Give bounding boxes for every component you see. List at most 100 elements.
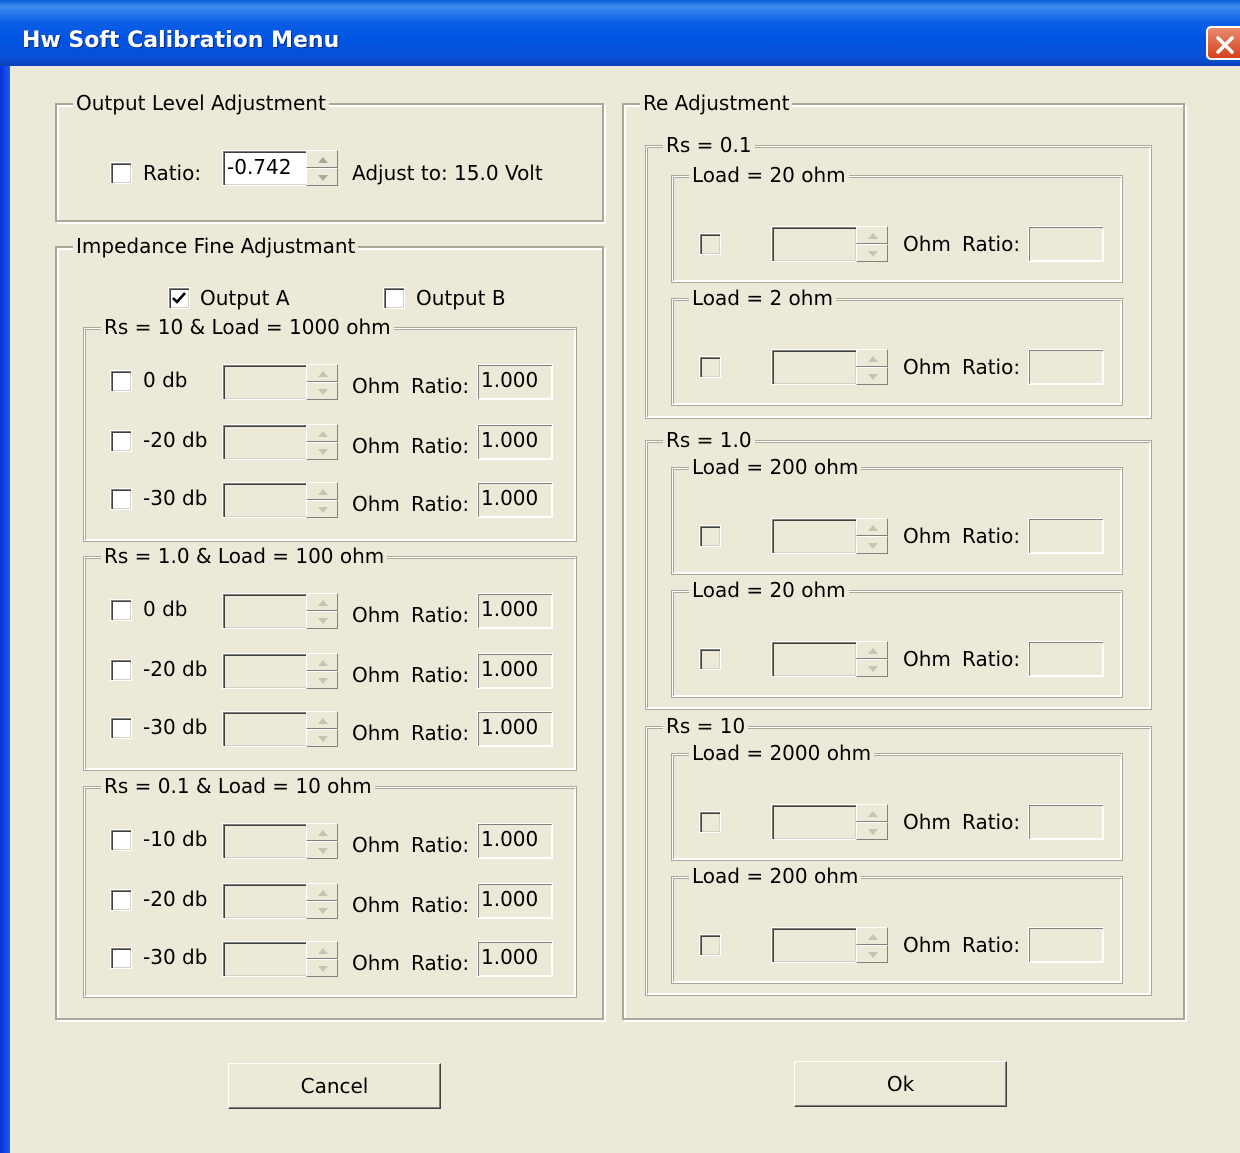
spin-down-button[interactable]	[856, 536, 888, 554]
ohm-input[interactable]	[222, 711, 308, 747]
ratio-value	[1028, 518, 1104, 554]
ohm-spinner[interactable]	[306, 364, 338, 400]
load-ohm-input[interactable]	[771, 641, 857, 677]
spin-up-button[interactable]	[306, 653, 338, 671]
ratio-value: 1.000	[477, 653, 553, 689]
spin-up-button[interactable]	[306, 482, 338, 500]
load-ohm-input[interactable]	[771, 927, 857, 963]
spin-up-button[interactable]	[306, 941, 338, 959]
load-ohm-input[interactable]	[771, 349, 857, 385]
arrow-up-icon	[318, 600, 328, 606]
row-checkbox[interactable]	[110, 659, 132, 681]
row-checkbox[interactable]	[110, 717, 132, 739]
ohm-spinner[interactable]	[306, 482, 338, 518]
spin-down-button[interactable]	[856, 945, 888, 963]
ohm-input[interactable]	[222, 823, 308, 859]
ohm-spinner[interactable]	[306, 823, 338, 859]
ohm-spinner[interactable]	[306, 593, 338, 629]
ohm-input[interactable]	[222, 653, 308, 689]
spin-up-button[interactable]	[856, 349, 888, 367]
ratio-value	[1028, 349, 1104, 385]
row-checkbox[interactable]	[110, 599, 132, 621]
cancel-button[interactable]: Cancel	[228, 1063, 441, 1109]
row-checkbox[interactable]	[110, 370, 132, 392]
spin-down-button[interactable]	[306, 671, 338, 689]
load-checkbox[interactable]	[699, 648, 721, 670]
ohm-input[interactable]	[222, 482, 308, 518]
db-label: -30 db	[143, 486, 208, 510]
spin-up-button[interactable]	[856, 226, 888, 244]
arrow-down-icon	[318, 848, 328, 854]
spin-up-button[interactable]	[306, 424, 338, 442]
title-bar[interactable]: Hw Soft Calibration Menu	[0, 0, 1240, 66]
spin-down-button[interactable]	[856, 822, 888, 840]
spin-down-button[interactable]	[856, 659, 888, 677]
ratio-value: 1.000	[477, 711, 553, 747]
ohm-input[interactable]	[222, 364, 308, 400]
spin-down-button[interactable]	[306, 729, 338, 747]
close-button[interactable]	[1206, 26, 1240, 60]
spin-up-button[interactable]	[306, 823, 338, 841]
ratio-value-input[interactable]: -0.742	[222, 150, 308, 186]
spin-down-button[interactable]	[306, 500, 338, 518]
ohm-input[interactable]	[222, 883, 308, 919]
load-ohm-spinner[interactable]	[856, 641, 888, 677]
load-checkbox[interactable]	[699, 934, 721, 956]
spin-up-button[interactable]	[856, 927, 888, 945]
row-checkbox[interactable]	[110, 947, 132, 969]
spin-down-button[interactable]	[856, 244, 888, 262]
ohm-spinner[interactable]	[306, 653, 338, 689]
load-checkbox[interactable]	[699, 233, 721, 255]
load-checkbox[interactable]	[699, 811, 721, 833]
ohm-spinner[interactable]	[306, 941, 338, 977]
spin-up-button[interactable]	[306, 883, 338, 901]
load-ohm-spinner[interactable]	[856, 804, 888, 840]
ok-button[interactable]: Ok	[794, 1061, 1007, 1107]
spin-down-button[interactable]	[306, 901, 338, 919]
row-checkbox[interactable]	[110, 430, 132, 452]
load-ohm-input[interactable]	[771, 226, 857, 262]
ratio-label: Ratio:	[411, 721, 470, 745]
spin-down-button[interactable]	[306, 959, 338, 977]
load-ohm-spinner[interactable]	[856, 518, 888, 554]
spin-up-button[interactable]	[306, 150, 338, 168]
arrow-up-icon	[318, 157, 328, 163]
spin-up-button[interactable]	[856, 518, 888, 536]
ohm-input[interactable]	[222, 593, 308, 629]
ratio-spinner[interactable]	[306, 150, 338, 186]
ohm-label: Ohm	[903, 810, 951, 834]
ohm-spinner[interactable]	[306, 424, 338, 460]
spin-up-button[interactable]	[856, 804, 888, 822]
spin-up-button[interactable]	[306, 711, 338, 729]
rs-legend: Rs = 10	[663, 714, 749, 738]
output-b-checkbox[interactable]	[383, 287, 405, 309]
ratio-checkbox[interactable]	[110, 162, 132, 184]
output-level-legend: Output Level Adjustment	[73, 91, 329, 115]
ohm-input[interactable]	[222, 941, 308, 977]
load-checkbox[interactable]	[699, 525, 721, 547]
load-ohm-spinner[interactable]	[856, 927, 888, 963]
spin-up-button[interactable]	[306, 364, 338, 382]
arrow-down-icon	[318, 389, 328, 395]
spin-down-button[interactable]	[306, 168, 338, 186]
load-ohm-spinner[interactable]	[856, 226, 888, 262]
output-a-checkbox[interactable]	[168, 287, 190, 309]
spin-down-button[interactable]	[306, 382, 338, 400]
arrow-up-icon	[868, 356, 878, 362]
ohm-input[interactable]	[222, 424, 308, 460]
spin-down-button[interactable]	[306, 442, 338, 460]
spin-up-button[interactable]	[856, 641, 888, 659]
ohm-spinner[interactable]	[306, 711, 338, 747]
row-checkbox[interactable]	[110, 889, 132, 911]
spin-down-button[interactable]	[856, 367, 888, 385]
load-checkbox[interactable]	[699, 356, 721, 378]
spin-down-button[interactable]	[306, 841, 338, 859]
load-ohm-input[interactable]	[771, 804, 857, 840]
row-checkbox[interactable]	[110, 488, 132, 510]
spin-down-button[interactable]	[306, 611, 338, 629]
load-ohm-input[interactable]	[771, 518, 857, 554]
ohm-spinner[interactable]	[306, 883, 338, 919]
row-checkbox[interactable]	[110, 829, 132, 851]
spin-up-button[interactable]	[306, 593, 338, 611]
load-ohm-spinner[interactable]	[856, 349, 888, 385]
